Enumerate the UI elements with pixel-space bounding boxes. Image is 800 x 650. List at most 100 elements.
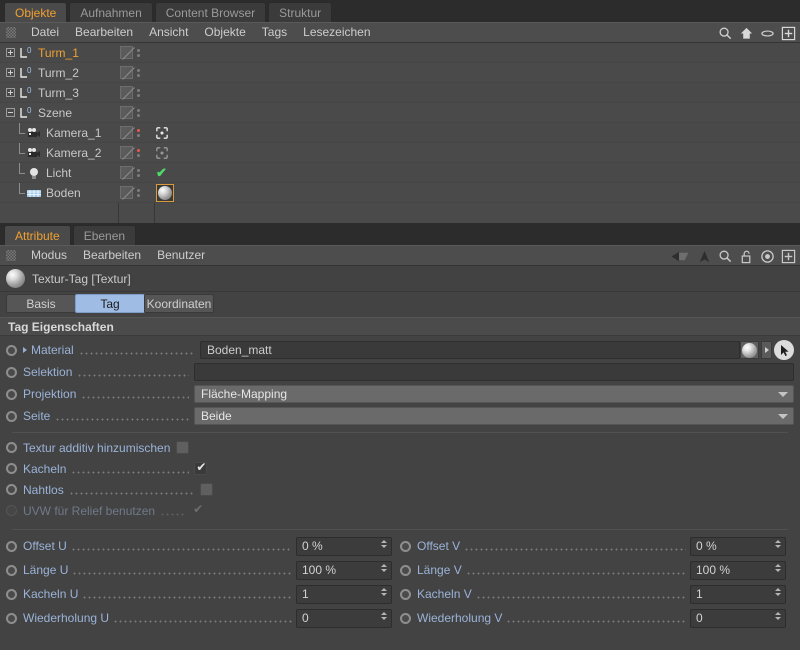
visibility-dots-icon[interactable] bbox=[135, 49, 141, 57]
stepper-icon[interactable] bbox=[381, 540, 387, 548]
animate-bullet-icon[interactable] bbox=[6, 565, 17, 576]
tag-column[interactable] bbox=[118, 163, 154, 183]
stepper-icon[interactable] bbox=[775, 540, 781, 548]
tag-column[interactable] bbox=[118, 83, 154, 103]
object-row-name[interactable]: 0 Turm_3 bbox=[0, 83, 118, 103]
tab-attribute[interactable]: Attribute bbox=[4, 225, 71, 245]
animate-bullet-icon[interactable] bbox=[6, 484, 17, 495]
drag-grip-icon[interactable] bbox=[6, 27, 16, 38]
offset-u-input[interactable]: 0 % bbox=[296, 537, 392, 556]
laenge-v-input[interactable]: 100 % bbox=[690, 561, 786, 580]
wiederholung-u-input[interactable]: 0 bbox=[296, 609, 392, 628]
animate-bullet-icon[interactable] bbox=[6, 411, 17, 422]
visibility-dots-icon[interactable] bbox=[135, 89, 141, 97]
object-row-name[interactable]: Boden bbox=[0, 183, 118, 203]
menu-bearbeiten[interactable]: Bearbeiten bbox=[67, 23, 141, 42]
visibility-dots-icon[interactable] bbox=[135, 169, 141, 177]
textur-additiv-checkbox[interactable] bbox=[176, 441, 189, 454]
back-arrow-icon[interactable] bbox=[669, 249, 691, 264]
menu-datei[interactable]: Datei bbox=[23, 23, 67, 42]
tab-aufnahmen[interactable]: Aufnahmen bbox=[69, 2, 152, 22]
animate-bullet-icon[interactable] bbox=[6, 589, 17, 600]
object-row-name[interactable]: 0 Szene bbox=[0, 103, 118, 123]
search-icon[interactable] bbox=[718, 26, 733, 41]
expander-icon[interactable] bbox=[6, 68, 15, 77]
object-tree[interactable]: 0 Turm_1 0 Turm_2 bbox=[0, 43, 800, 223]
animate-bullet-icon[interactable] bbox=[6, 389, 17, 400]
tab-basis[interactable]: Basis bbox=[6, 294, 76, 313]
table-row[interactable]: 0 Szene bbox=[0, 103, 800, 123]
lock-icon[interactable] bbox=[739, 249, 754, 264]
disabled-tag-icon[interactable] bbox=[120, 106, 133, 119]
object-row-name[interactable]: Kamera_2 bbox=[0, 143, 118, 163]
material-field[interactable]: Boden_matt bbox=[200, 341, 740, 359]
chevron-right-icon[interactable] bbox=[23, 347, 27, 353]
green-check-icon[interactable]: ✔ bbox=[156, 167, 167, 179]
expander-icon[interactable] bbox=[6, 48, 15, 57]
target-icon[interactable] bbox=[760, 249, 775, 264]
visibility-dots-icon[interactable] bbox=[135, 109, 141, 117]
collapse-icon[interactable] bbox=[6, 108, 15, 117]
animate-bullet-icon[interactable] bbox=[6, 541, 17, 552]
material-preview-thumb[interactable] bbox=[740, 341, 759, 359]
animate-bullet-icon[interactable] bbox=[400, 541, 411, 552]
plus-box-icon[interactable] bbox=[781, 26, 796, 41]
pick-cursor-button[interactable] bbox=[774, 340, 794, 360]
menu-modus[interactable]: Modus bbox=[23, 246, 75, 265]
menu-tags[interactable]: Tags bbox=[254, 23, 295, 42]
tab-struktur[interactable]: Struktur bbox=[268, 2, 332, 22]
target-icon[interactable] bbox=[156, 147, 168, 159]
stepper-icon[interactable] bbox=[775, 564, 781, 572]
table-row[interactable]: Boden bbox=[0, 183, 800, 203]
target-icon[interactable] bbox=[156, 127, 168, 139]
disabled-tag-icon[interactable] bbox=[120, 86, 133, 99]
tag-column[interactable] bbox=[118, 183, 154, 203]
seite-dropdown[interactable]: Beide bbox=[194, 407, 794, 425]
disabled-tag-icon[interactable] bbox=[120, 166, 133, 179]
disabled-tag-icon[interactable] bbox=[120, 126, 133, 139]
kacheln-v-input[interactable]: 1 bbox=[690, 585, 786, 604]
tab-tag[interactable]: Tag bbox=[75, 294, 145, 313]
offset-v-input[interactable]: 0 % bbox=[690, 537, 786, 556]
table-row[interactable]: 0 Turm_1 bbox=[0, 43, 800, 63]
tab-ebenen[interactable]: Ebenen bbox=[73, 225, 136, 245]
projektion-dropdown[interactable]: Fläche-Mapping bbox=[194, 385, 794, 403]
drag-grip-icon[interactable] bbox=[6, 250, 16, 261]
tag-column[interactable] bbox=[118, 43, 154, 63]
stepper-icon[interactable] bbox=[775, 612, 781, 620]
tag-extra-column[interactable] bbox=[156, 143, 168, 163]
stepper-icon[interactable] bbox=[775, 588, 781, 596]
tag-column[interactable] bbox=[118, 143, 154, 163]
tag-column[interactable] bbox=[118, 103, 154, 123]
home-icon[interactable] bbox=[739, 26, 754, 41]
disabled-tag-icon[interactable] bbox=[120, 186, 133, 199]
menu-objekte[interactable]: Objekte bbox=[196, 23, 253, 42]
selektion-field[interactable] bbox=[194, 363, 794, 381]
animate-bullet-icon[interactable] bbox=[6, 463, 17, 474]
object-row-name[interactable]: 0 Turm_1 bbox=[0, 43, 118, 63]
tag-column[interactable] bbox=[118, 123, 154, 143]
table-row[interactable]: 0 Turm_3 bbox=[0, 83, 800, 103]
animate-bullet-icon[interactable] bbox=[6, 367, 17, 378]
search-icon[interactable] bbox=[718, 249, 733, 264]
stepper-icon[interactable] bbox=[381, 564, 387, 572]
animate-bullet-icon[interactable] bbox=[400, 565, 411, 576]
animate-bullet-icon[interactable] bbox=[6, 345, 17, 356]
menu-bearbeiten[interactable]: Bearbeiten bbox=[75, 246, 149, 265]
disabled-tag-icon[interactable] bbox=[120, 66, 133, 79]
stepper-icon[interactable] bbox=[381, 612, 387, 620]
visibility-dots-icon[interactable] bbox=[135, 149, 141, 157]
laenge-u-input[interactable]: 100 % bbox=[296, 561, 392, 580]
animate-bullet-icon[interactable] bbox=[6, 442, 17, 453]
visibility-dots-icon[interactable] bbox=[135, 129, 141, 137]
material-menu-button[interactable] bbox=[761, 341, 772, 359]
nahtlos-checkbox[interactable] bbox=[200, 483, 213, 496]
tab-objekte[interactable]: Objekte bbox=[4, 2, 67, 22]
plus-box-icon[interactable] bbox=[781, 249, 796, 264]
ellipse-icon[interactable] bbox=[760, 26, 775, 41]
tag-extra-column[interactable] bbox=[156, 183, 174, 203]
animate-bullet-icon[interactable] bbox=[400, 613, 411, 624]
visibility-dots-icon[interactable] bbox=[135, 189, 141, 197]
tab-koordinaten[interactable]: Koordinaten bbox=[144, 294, 214, 313]
tag-extra-column[interactable] bbox=[156, 123, 168, 143]
